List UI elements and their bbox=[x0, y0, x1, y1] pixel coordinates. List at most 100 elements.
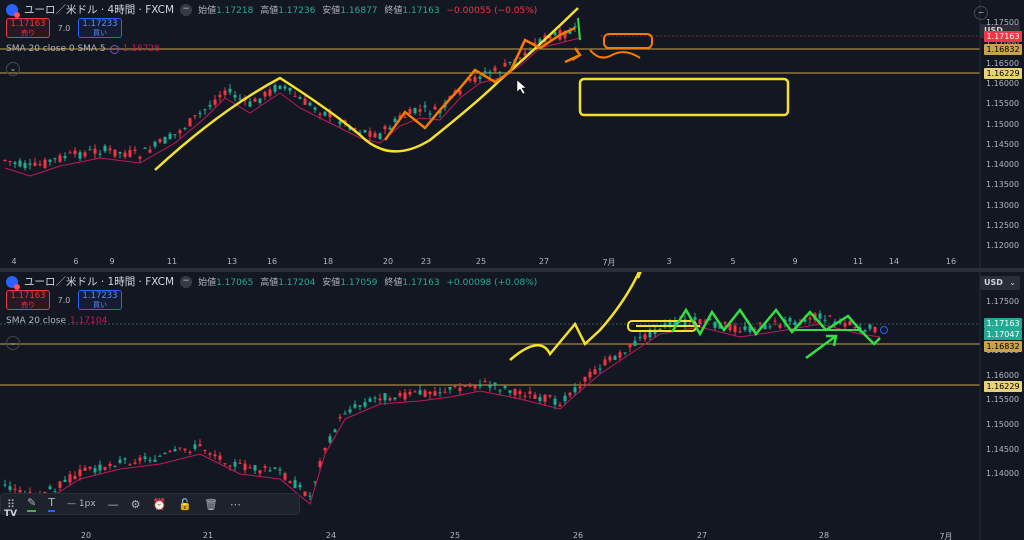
date-tick-label: 23 bbox=[420, 257, 432, 266]
date-tick-label: 18 bbox=[322, 257, 334, 266]
more-icon[interactable]: ⋯ bbox=[230, 498, 241, 511]
candle-body bbox=[68, 474, 72, 483]
price-badge: 1.17163 bbox=[984, 31, 1022, 42]
candlestick-chart-4h[interactable] bbox=[0, 0, 1024, 268]
chart-header: ユーロ／米ドル · 4時間 · FXCM − 始値1.17218 高値1.172… bbox=[6, 2, 541, 18]
collapse-legend-icon[interactable]: ⌄ bbox=[6, 336, 20, 350]
candle-body bbox=[98, 153, 102, 155]
indicator-name: SMA 20 close 0 SMA 5 bbox=[6, 44, 106, 54]
candle-body bbox=[613, 356, 617, 360]
candle-body bbox=[443, 391, 447, 393]
yellow-box-drawing bbox=[578, 77, 790, 117]
candle-body bbox=[843, 323, 847, 327]
candle-body bbox=[103, 145, 107, 152]
price-badge: 1.17047 bbox=[984, 329, 1022, 340]
lock-icon[interactable]: 🔓 bbox=[178, 498, 192, 511]
collapse-icon[interactable]: − bbox=[180, 275, 193, 288]
candle-body bbox=[43, 159, 47, 168]
candle-body bbox=[268, 89, 272, 96]
date-tick-label: 4 bbox=[11, 257, 17, 266]
chart-pane-4h[interactable]: ユーロ／米ドル · 4時間 · FXCM − 始値1.17218 高値1.172… bbox=[0, 0, 1024, 268]
sell-button[interactable]: 1.17163 売り bbox=[6, 18, 50, 38]
candle-body bbox=[13, 488, 17, 490]
candle-body bbox=[218, 94, 222, 98]
text-icon[interactable]: T bbox=[48, 496, 56, 512]
candle-body bbox=[693, 316, 697, 321]
green-arrow-drawing bbox=[805, 334, 838, 360]
candle-body bbox=[503, 63, 507, 67]
symbol-title[interactable]: ユーロ／米ドル · 1時間 · FXCM bbox=[24, 274, 174, 289]
candle-body bbox=[713, 321, 717, 328]
indicator-value: 1.16728 bbox=[122, 44, 160, 54]
buy-button[interactable]: 1.17233 買い bbox=[78, 290, 122, 310]
candle-body bbox=[133, 149, 137, 151]
price-tick-label: 1.15500 bbox=[986, 99, 1020, 109]
candle-body bbox=[868, 324, 872, 329]
candle-body bbox=[408, 109, 412, 114]
date-tick-label: 14 bbox=[888, 257, 900, 266]
candle-body bbox=[173, 134, 177, 136]
sell-button[interactable]: 1.17163 売り bbox=[6, 290, 50, 310]
line-style-icon[interactable]: — bbox=[108, 498, 119, 511]
candle-body bbox=[173, 449, 177, 452]
price-tick-label: 1.15000 bbox=[986, 420, 1020, 429]
date-tick-label: 20 bbox=[382, 257, 394, 266]
candle-body bbox=[333, 429, 337, 433]
indicator-settings-icon[interactable] bbox=[109, 44, 119, 54]
collapse-legend-icon[interactable]: ⌄ bbox=[6, 62, 20, 76]
symbol-title[interactable]: ユーロ／米ドル · 4時間 · FXCM bbox=[24, 2, 174, 17]
candle-body bbox=[183, 128, 187, 130]
indicator-legend[interactable]: SMA 20 close 0 SMA 5 1.16728 bbox=[6, 44, 160, 54]
indicator-legend[interactable]: SMA 20 close 1.17104 bbox=[6, 316, 107, 326]
candle-body bbox=[423, 390, 427, 397]
price-tick-label: 1.12500 bbox=[986, 221, 1020, 230]
candle-body bbox=[638, 337, 642, 339]
candle-body bbox=[318, 113, 322, 115]
settings-icon[interactable]: ⚙ bbox=[131, 498, 141, 511]
green-wave-drawing bbox=[670, 307, 881, 346]
candle-body bbox=[233, 461, 237, 467]
candle-body bbox=[498, 71, 502, 73]
line-width-selector[interactable]: — 1px bbox=[67, 499, 96, 509]
date-tick-label: 25 bbox=[475, 257, 487, 266]
candle-body bbox=[453, 385, 457, 388]
candle-body bbox=[773, 320, 777, 322]
candle-body bbox=[13, 162, 17, 165]
candle-body bbox=[183, 448, 187, 451]
candle-body bbox=[83, 467, 87, 471]
candle-body bbox=[108, 148, 112, 151]
collapse-icon[interactable]: − bbox=[180, 3, 193, 16]
candle-body bbox=[93, 148, 97, 154]
candle-body bbox=[128, 150, 132, 157]
alert-icon[interactable]: ⏰ bbox=[153, 498, 167, 511]
orange-curve-drawing bbox=[589, 49, 641, 59]
candle-body bbox=[778, 324, 782, 328]
candle-body bbox=[403, 116, 407, 118]
candle-body bbox=[88, 466, 92, 469]
candle-body bbox=[253, 465, 257, 471]
trash-icon[interactable]: 🗑 bbox=[204, 498, 218, 511]
currency-selector[interactable]: USD⌄ bbox=[980, 276, 1020, 290]
candle-body bbox=[543, 394, 547, 402]
candle-body bbox=[213, 454, 217, 457]
candle-body bbox=[323, 447, 327, 451]
candle-body bbox=[233, 94, 237, 98]
price-tick-label: 1.13000 bbox=[986, 200, 1020, 210]
candle-body bbox=[353, 404, 357, 408]
date-tick-label: 28 bbox=[818, 531, 830, 540]
buy-button[interactable]: 1.17233 買い bbox=[78, 18, 122, 38]
candle-body bbox=[428, 391, 432, 395]
spread-value: 7.0 bbox=[57, 23, 71, 33]
candle-body bbox=[163, 452, 167, 454]
candle-body bbox=[483, 381, 487, 383]
price-badge: 1.16832 bbox=[984, 341, 1022, 352]
candle-body bbox=[238, 98, 242, 100]
date-tick-label: 13 bbox=[226, 257, 238, 266]
candle-body bbox=[293, 95, 297, 97]
pencil-icon[interactable]: ✎ bbox=[27, 496, 37, 512]
date-tick-label: 24 bbox=[325, 531, 337, 540]
candle-body bbox=[573, 387, 577, 393]
candle-body bbox=[203, 109, 207, 111]
candle-body bbox=[193, 115, 197, 117]
candle-body bbox=[153, 141, 157, 147]
